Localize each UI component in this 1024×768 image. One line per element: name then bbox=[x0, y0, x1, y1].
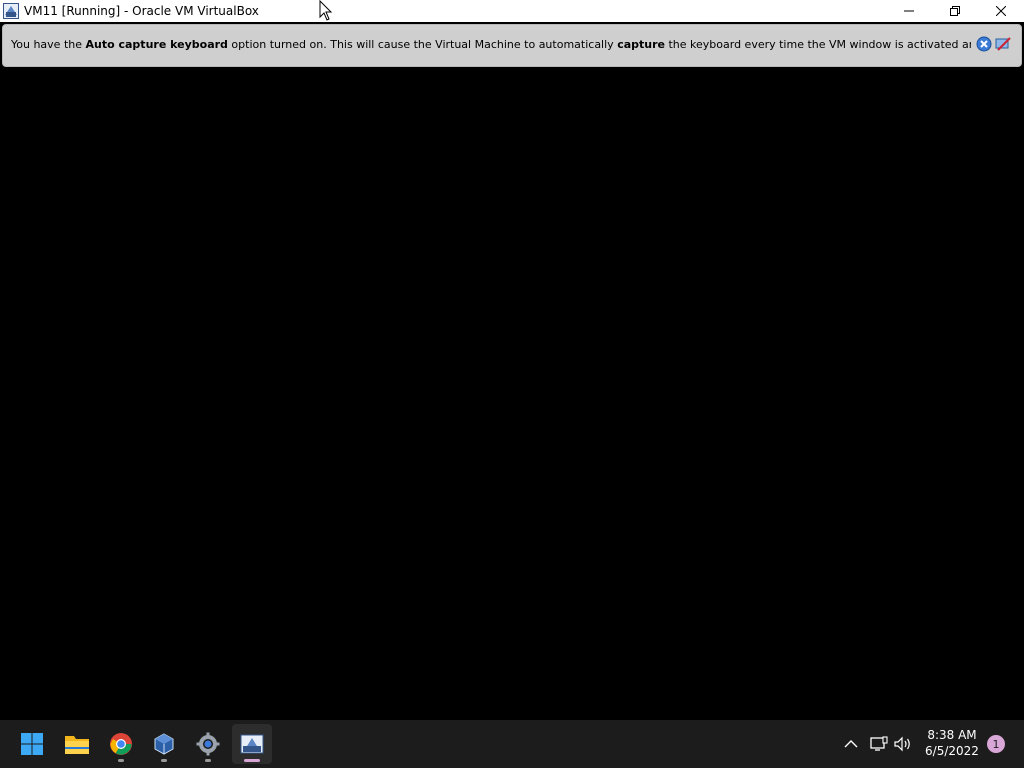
auto-capture-notice: You have the Auto capture keyboard optio… bbox=[2, 24, 1022, 67]
notice-message: You have the Auto capture keyboard optio… bbox=[11, 38, 971, 51]
restore-button[interactable] bbox=[932, 0, 978, 22]
network-button[interactable] bbox=[867, 732, 891, 756]
show-hidden-icons-button[interactable] bbox=[839, 732, 863, 756]
notice-bold-option: Auto capture keyboard bbox=[85, 38, 228, 51]
close-button[interactable] bbox=[978, 0, 1024, 22]
minimize-button[interactable] bbox=[886, 0, 932, 22]
taskbar-file-explorer[interactable] bbox=[57, 724, 97, 764]
volume-button[interactable] bbox=[891, 732, 915, 756]
notice-bold-capture: capture bbox=[617, 38, 665, 51]
folder-icon bbox=[65, 736, 89, 754]
clock-date: 6/5/2022 bbox=[925, 744, 979, 758]
close-icon bbox=[976, 36, 992, 52]
virtualbox-icon bbox=[154, 733, 174, 755]
taskbar-chrome[interactable] bbox=[101, 724, 141, 764]
taskbar-vm11-window[interactable] bbox=[232, 724, 272, 764]
notice-text-part: the keyboard every time the VM window is… bbox=[668, 38, 971, 51]
active-indicator bbox=[244, 759, 260, 762]
start-button[interactable] bbox=[12, 724, 52, 764]
taskbar-virtualbox[interactable] bbox=[144, 724, 184, 764]
notification-badge[interactable]: 1 bbox=[987, 735, 1005, 753]
taskbar-clock[interactable]: 8:38 AM 6/5/2022 bbox=[918, 727, 986, 759]
notice-text-part: option turned on. This will cause the Vi… bbox=[227, 38, 618, 51]
dont-show-icon bbox=[995, 37, 1011, 51]
notice-close-button[interactable] bbox=[976, 36, 992, 52]
window-title: VM11 [Running] - Oracle VM VirtualBox bbox=[24, 4, 259, 18]
virtualbox-vm-icon bbox=[3, 3, 19, 19]
minimize-icon bbox=[904, 10, 914, 12]
clock-time: 8:38 AM bbox=[927, 728, 977, 742]
gear-icon bbox=[196, 732, 220, 756]
window-titlebar[interactable]: VM11 [Running] - Oracle VM VirtualBox bbox=[0, 0, 1024, 22]
notice-text-part: You have the bbox=[11, 38, 86, 51]
chevron-up-icon bbox=[844, 740, 858, 748]
windows-start-icon bbox=[21, 733, 43, 755]
notice-dont-show-button[interactable] bbox=[995, 36, 1011, 52]
vm-display[interactable] bbox=[0, 68, 1024, 720]
running-indicator bbox=[161, 759, 167, 762]
restore-icon bbox=[950, 6, 960, 16]
network-icon bbox=[870, 736, 888, 751]
close-icon bbox=[996, 6, 1006, 16]
chrome-icon bbox=[110, 733, 132, 755]
vm-window-icon bbox=[240, 734, 264, 754]
running-indicator bbox=[205, 759, 211, 762]
speaker-icon bbox=[894, 736, 910, 752]
mouse-cursor-icon bbox=[319, 0, 333, 21]
taskbar-settings[interactable] bbox=[188, 724, 228, 764]
running-indicator bbox=[118, 759, 124, 762]
